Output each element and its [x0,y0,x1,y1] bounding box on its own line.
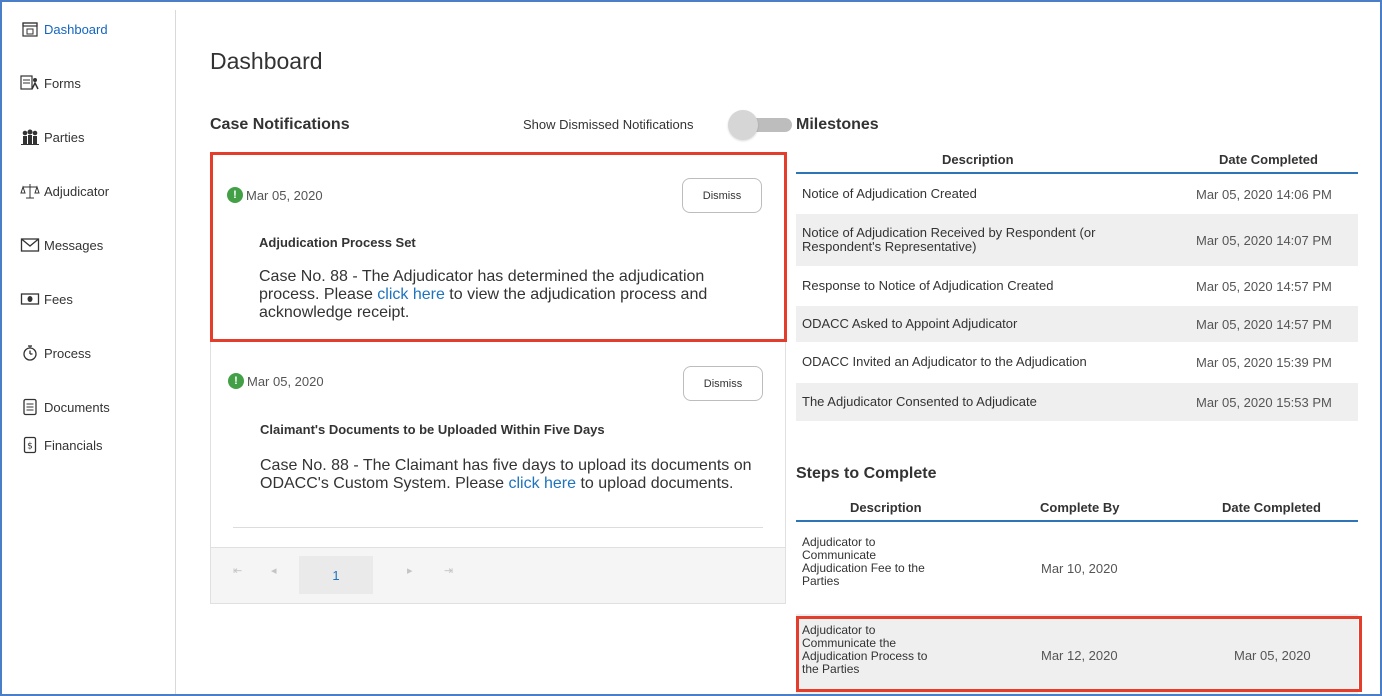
case-notifications-title: Case Notifications [210,116,350,133]
table-row: Adjudicator to Communicate the Adjudicat… [796,614,1358,694]
milestone-date: Mar 05, 2020 15:53 PM [1196,395,1332,410]
table-row: The Adjudicator Consented to Adjudicate … [796,383,1358,421]
current-page-button[interactable]: 1 [299,556,373,594]
notification-date: ! Mar 05, 2020 [227,187,323,203]
table-row: Response to Notice of Adjudication Creat… [796,268,1358,304]
first-page-button[interactable]: ⇤ [233,564,242,577]
step-complete-by: Mar 10, 2020 [1041,561,1118,576]
table-row: ODACC Asked to Appoint Adjudicator Mar 0… [796,306,1358,342]
click-here-link[interactable]: click here [508,475,576,492]
sidebar-item-label: Parties [44,129,85,145]
step-description: Adjudicator to Communicate Adjudication … [802,535,925,588]
table-row: ODACC Invited an Adjudicator to the Adju… [796,344,1358,382]
dollar-doc-icon: $ [16,436,44,454]
table-header: Description Date Completed [796,146,1358,174]
notification-date-text: Mar 05, 2020 [246,187,323,203]
milestone-description: ODACC Invited an Adjudicator to the Adju… [802,354,1087,369]
table-row: Notice of Adjudication Created Mar 05, 2… [796,176,1358,212]
milestones-title: Milestones [796,116,879,133]
divider [233,527,763,528]
sidebar-item-dashboard[interactable]: Dashboard [16,16,108,42]
last-page-button[interactable]: ⇥ [444,564,453,577]
notification-date-text: Mar 05, 2020 [247,373,324,389]
notification-heading: Adjudication Process Set [259,235,416,250]
step-description: Adjudicator to Communicate the Adjudicat… [802,623,928,676]
alert-icon: ! [228,373,244,389]
column-header: Date Completed [1222,500,1321,515]
notifications-panel: ! Mar 05, 2020 Dismiss Adjudication Proc… [210,152,787,604]
milestone-description: The Adjudicator Consented to Adjudicate [802,394,1037,409]
column-header: Description [850,500,922,515]
sidebar-item-label: Documents [44,399,110,415]
milestone-description: Notice of Adjudication Created [802,186,977,201]
sidebar-item-forms[interactable]: Forms [16,70,81,96]
step-complete-by: Mar 12, 2020 [1041,648,1118,663]
milestone-date: Mar 05, 2020 15:39 PM [1196,355,1332,370]
milestone-date: Mar 05, 2020 14:57 PM [1196,317,1332,332]
svg-text:$: $ [27,442,33,452]
banknote-icon [16,292,44,306]
column-header: Date Completed [1219,152,1318,167]
dismiss-button[interactable]: Dismiss [683,366,763,401]
sidebar-item-label: Messages [44,237,104,253]
sidebar-item-fees[interactable]: Fees [16,286,73,312]
notification-card: ! Mar 05, 2020 Dismiss Adjudication Proc… [210,152,787,342]
column-header: Complete By [1040,500,1120,515]
sidebar-item-label: Forms [44,75,81,91]
sidebar-item-adjudicator[interactable]: Adjudicator [16,178,109,204]
dismiss-button[interactable]: Dismiss [682,178,762,213]
table-header: Description Complete By Date Completed [796,494,1358,522]
sidebar: Dashboard Forms Parties Adjudicator Mess… [16,10,176,694]
next-page-button[interactable]: ▸ [407,564,413,577]
scales-icon [16,182,44,200]
notification-body: Case No. 88 - The Adjudicator has determ… [259,268,759,322]
sidebar-item-process[interactable]: Process [16,340,91,366]
milestone-description: ODACC Asked to Appoint Adjudicator [802,316,1018,331]
step-date-completed: Mar 05, 2020 [1234,648,1311,663]
milestone-date: Mar 05, 2020 14:06 PM [1196,187,1332,202]
milestone-description: Notice of Adjudication Received by Respo… [802,225,1096,254]
table-row: Adjudicator to Communicate Adjudication … [796,526,1358,610]
dashboard-icon [16,20,44,38]
notification-date: ! Mar 05, 2020 [228,373,324,389]
sidebar-item-label: Dashboard [44,21,108,37]
pagination: ⇤ ◂ 1 ▸ ⇥ [211,547,785,603]
sidebar-item-label: Fees [44,291,73,307]
milestone-description: Response to Notice of Adjudication Creat… [802,278,1054,293]
sidebar-item-label: Adjudicator [44,183,110,199]
show-dismissed-label: Show Dismissed Notifications [523,117,694,132]
notification-heading: Claimant's Documents to be Uploaded With… [260,422,605,437]
steps-title: Steps to Complete [796,465,937,482]
notification-body-text: to upload documents. [576,475,734,492]
sidebar-item-parties[interactable]: Parties [16,124,84,150]
sidebar-item-label: Financials [44,437,103,453]
prev-page-button[interactable]: ◂ [271,564,277,577]
alert-icon: ! [227,187,243,203]
forms-icon [16,74,44,92]
envelope-icon [16,237,44,253]
parties-icon [16,128,44,146]
show-dismissed-toggle[interactable] [728,110,794,140]
notification-body: Case No. 88 - The Claimant has five days… [260,457,760,493]
stopwatch-icon [16,344,44,362]
sidebar-item-financials[interactable]: $ Financials [16,432,103,458]
click-here-link[interactable]: click here [377,286,445,303]
milestone-date: Mar 05, 2020 14:07 PM [1196,233,1332,248]
milestone-date: Mar 05, 2020 14:57 PM [1196,279,1332,294]
notification-card: ! Mar 05, 2020 Dismiss Claimant's Docume… [211,343,785,545]
sidebar-item-label: Process [44,345,91,361]
page-title: Dashboard [210,48,323,74]
table-row: Notice of Adjudication Received by Respo… [796,214,1358,266]
sidebar-item-documents[interactable]: Documents [16,394,110,420]
column-header: Description [942,152,1014,167]
sidebar-item-messages[interactable]: Messages [16,232,103,258]
document-icon [16,398,44,416]
toggle-knob [728,110,758,140]
